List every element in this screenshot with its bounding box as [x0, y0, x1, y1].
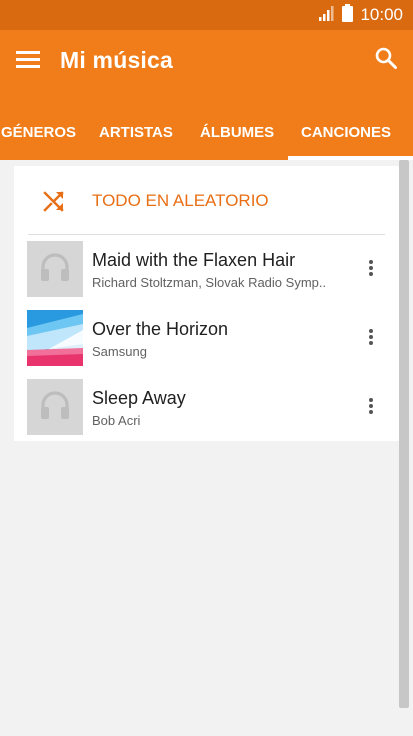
- signal-icon: [319, 5, 335, 26]
- more-options-button[interactable]: [360, 328, 382, 350]
- shuffle-label: TODO EN ALEATORIO: [92, 191, 269, 210]
- album-cover-placeholder: [27, 379, 83, 435]
- more-vert-icon: [368, 259, 374, 282]
- tab-albumes[interactable]: ÁLBUMES: [200, 124, 274, 141]
- song-item-over-the-horizon[interactable]: Over the Horizon Samsung: [14, 304, 399, 373]
- song-list-card: TODO EN ALEATORIO Maid with the Flaxen H…: [14, 166, 399, 441]
- battery-icon: [342, 3, 354, 27]
- album-cover-placeholder: [27, 241, 83, 297]
- headphones-icon: [38, 388, 72, 427]
- search-button[interactable]: [373, 46, 399, 74]
- song-title: Sleep Away: [92, 388, 186, 408]
- song-title: Over the Horizon: [92, 319, 229, 339]
- tab-canciones[interactable]: CANCIONES: [301, 124, 391, 141]
- tab-generos[interactable]: GÉNEROS: [1, 124, 76, 141]
- status-time: 10:00: [360, 5, 403, 24]
- more-vert-icon: [368, 328, 374, 351]
- song-artist: Bob Acri: [92, 413, 141, 428]
- song-artist: Samsung: [92, 344, 147, 359]
- page-title: Mi música: [60, 47, 174, 73]
- more-options-button[interactable]: [360, 397, 382, 419]
- scrollbar[interactable]: [399, 160, 409, 708]
- search-icon: [375, 47, 397, 74]
- more-options-button[interactable]: [360, 259, 382, 281]
- status-icons: 10:00: [319, 3, 403, 27]
- tab-bar: GÉNEROS ARTISTAS ÁLBUMES CANCIONES: [0, 92, 413, 160]
- song-artist: Richard Stoltzman, Slovak Radio Symp..: [92, 275, 327, 290]
- headphones-icon: [38, 250, 72, 289]
- status-bar: 10:00: [0, 0, 413, 30]
- shuffle-icon: [43, 190, 65, 212]
- active-tab-indicator: [288, 156, 413, 160]
- song-item-maid-with-the-flaxen-hair[interactable]: Maid with the Flaxen Hair Richard Stoltz…: [14, 235, 399, 304]
- tab-artistas[interactable]: ARTISTAS: [99, 124, 173, 141]
- more-vert-icon: [368, 397, 374, 420]
- song-title: Maid with the Flaxen Hair: [92, 250, 296, 270]
- shuffle-all-button[interactable]: TODO EN ALEATORIO: [14, 166, 399, 234]
- album-cover-art: [27, 310, 83, 366]
- menu-button[interactable]: [15, 49, 41, 73]
- menu-icon: [16, 50, 40, 73]
- song-item-sleep-away[interactable]: Sleep Away Bob Acri: [14, 373, 399, 442]
- app-bar: Mi música: [0, 30, 413, 92]
